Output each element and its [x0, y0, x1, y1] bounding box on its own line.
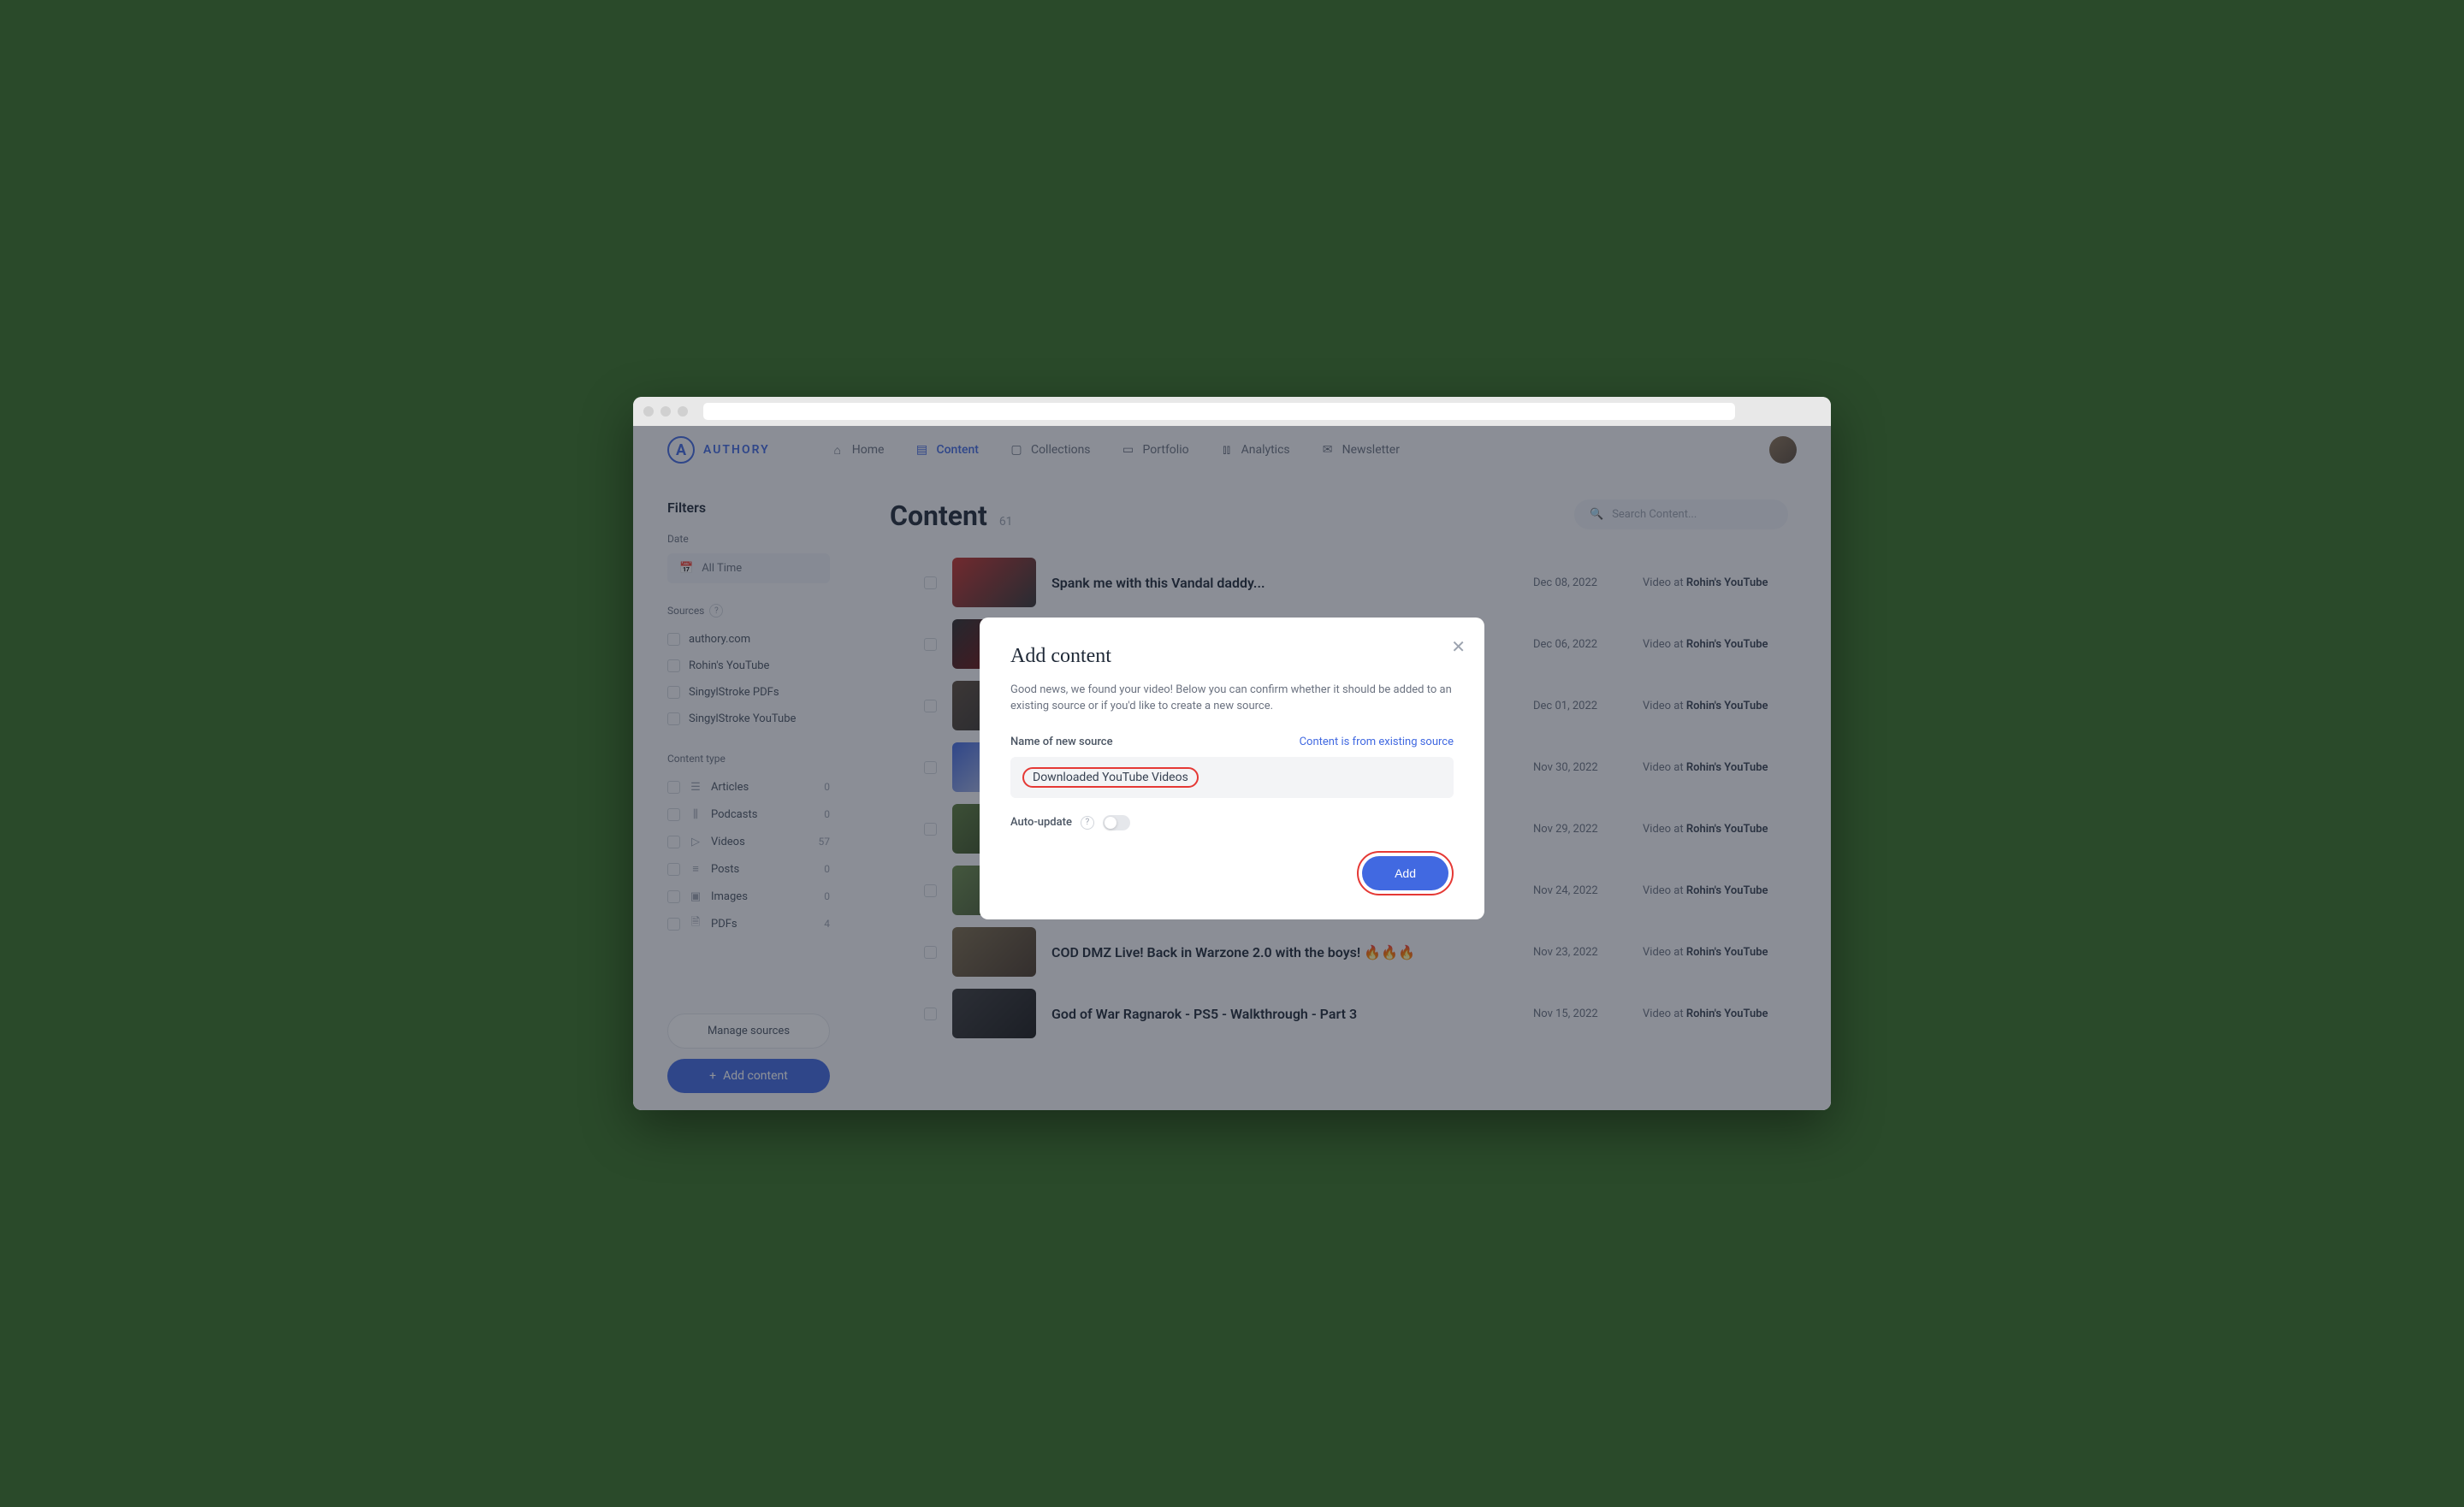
traffic-max[interactable] [678, 406, 688, 417]
add-button-highlight: Add [1357, 851, 1454, 895]
modal-title: Add content [1010, 645, 1454, 668]
close-icon[interactable]: ✕ [1451, 636, 1466, 657]
modal-overlay[interactable]: ✕ Add content Good news, we found your v… [633, 426, 1831, 1110]
auto-update-label: Auto-update [1010, 816, 1072, 829]
url-bar[interactable] [703, 403, 1735, 420]
traffic-close[interactable] [643, 406, 654, 417]
add-content-modal: ✕ Add content Good news, we found your v… [980, 618, 1484, 919]
auto-update-toggle[interactable] [1103, 815, 1130, 830]
browser-chrome [633, 397, 1831, 426]
source-name-input[interactable]: Downloaded YouTube Videos [1010, 757, 1454, 798]
existing-source-link[interactable]: Content is from existing source [1300, 736, 1454, 748]
modal-description: Good news, we found your video! Below yo… [1010, 682, 1454, 715]
add-button[interactable]: Add [1362, 856, 1448, 890]
help-icon[interactable]: ? [1081, 816, 1094, 830]
source-name-label: Name of new source [1010, 736, 1113, 748]
input-value: Downloaded YouTube Videos [1022, 767, 1199, 788]
traffic-min[interactable] [660, 406, 671, 417]
